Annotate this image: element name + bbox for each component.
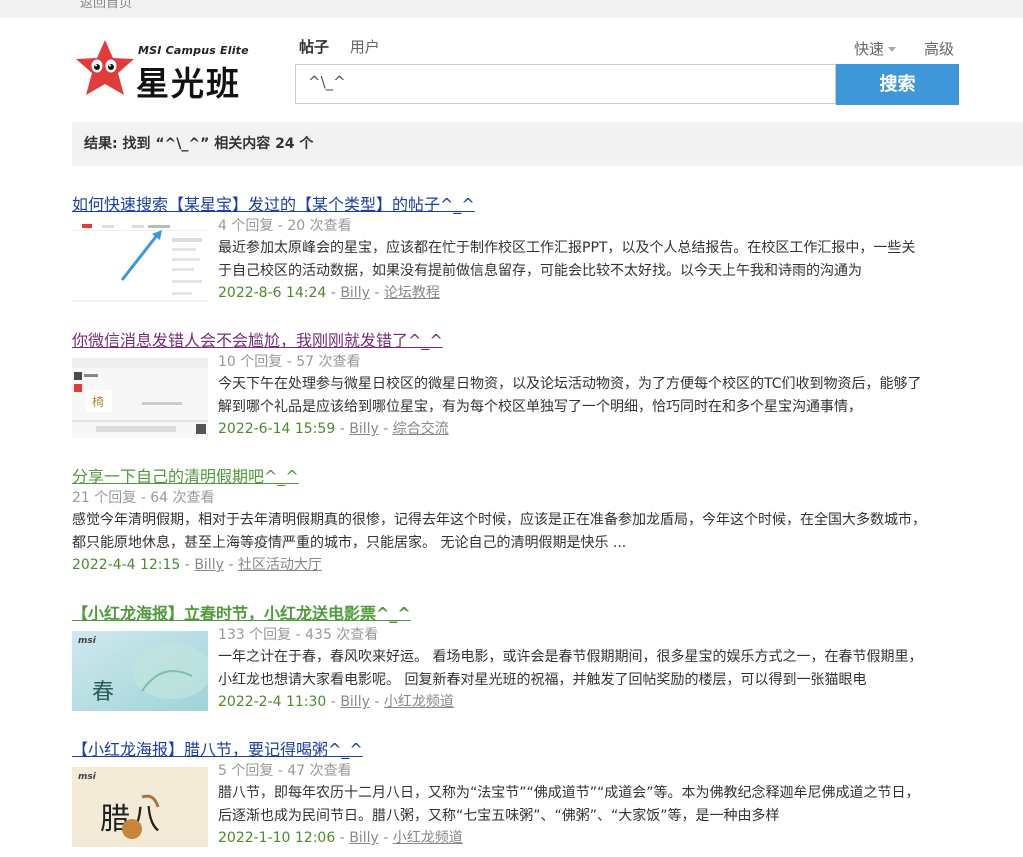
quick-dropdown[interactable]: 快速 xyxy=(854,38,897,59)
search-input[interactable]: ^\_^ xyxy=(295,64,836,104)
post-thumbnail[interactable]: msi 腊八 xyxy=(72,767,208,847)
post-title[interactable]: 你微信消息发错人会不会尴尬，我刚刚就发错了^_^ xyxy=(72,327,952,351)
post-item: 如何快速搜索【某星宝】发过的【某个类型】的帖子^_^ 4 个回复 - 20 次查… xyxy=(72,191,952,302)
post-stats: 4 个回复 - 20 次查看 xyxy=(218,218,352,234)
post-author-link[interactable]: Billy xyxy=(340,694,370,710)
post-info: 2022-1-10 12:06 - Billy - 小红龙频道 xyxy=(218,830,463,846)
post-info: 2022-8-6 14:24 - Billy - 论坛教程 xyxy=(218,285,440,301)
post-info: 2022-6-14 15:59 - Billy - 综合交流 xyxy=(218,421,449,437)
post-date: 2022-8-6 14:24 xyxy=(218,285,327,301)
post-item: 分享一下自己的清明假期吧^_^ 21 个回复 - 64 次查看 感觉今年清明假期… xyxy=(72,463,952,573)
post-date: 2022-2-4 11:30 xyxy=(218,694,327,710)
post-date: 2022-4-4 12:15 xyxy=(72,557,181,573)
post-stats: 133 个回复 - 435 次查看 xyxy=(218,627,379,643)
logo-chinese-text: 星光班 xyxy=(136,64,241,103)
search-type-tabs: 帖子 用户 xyxy=(299,36,396,57)
post-title[interactable]: 【小红龙海报】腊八节，要记得喝粥^_^ xyxy=(72,736,952,760)
results-summary: 结果: 找到 “^\_^” 相关内容 24 个 xyxy=(72,122,1023,166)
post-author-link[interactable]: Billy xyxy=(340,285,370,301)
tab-posts[interactable]: 帖子 xyxy=(299,38,329,56)
tab-users[interactable]: 用户 xyxy=(350,38,380,56)
post-thumbnail[interactable] xyxy=(72,222,208,302)
post-excerpt: 一年之计在于春，春风吹来好运。 看场电影，或许会是春节假期期间，很多星宝的娱乐方… xyxy=(218,649,923,688)
logo-english-text: MSI Campus Elite xyxy=(138,44,249,57)
post-stats: 10 个回复 - 57 次查看 xyxy=(218,354,361,370)
msi-thumb-logo: msi xyxy=(78,636,97,646)
post-item: 【小红龙海报】腊八节，要记得喝粥^_^ msi 腊八 5 个回复 - 47 次查… xyxy=(72,736,952,847)
post-item: 你微信消息发错人会不会尴尬，我刚刚就发错了^_^ 椅 10 个回复 - 57 次… xyxy=(72,327,952,438)
post-info: 2022-4-4 12:15 - Billy - 社区活动大厅 xyxy=(72,557,322,573)
site-logo[interactable]: MSI Campus Elite 星光班 xyxy=(74,38,274,103)
post-excerpt: 最近参加太原峰会的星宝，应该都在忙于制作校区工作汇报PPT，以及个人总结报告。在… xyxy=(218,240,916,279)
post-forum-link[interactable]: 综合交流 xyxy=(393,421,449,437)
post-excerpt: 腊八节，即每年农历十二月八日，又称为“法宝节”“佛成道节”“成道会”等。本为佛教… xyxy=(218,785,920,824)
post-author-link[interactable]: Billy xyxy=(194,557,224,573)
post-author-link[interactable]: Billy xyxy=(349,421,379,437)
post-date: 2022-1-10 12:06 xyxy=(218,830,336,846)
post-forum-link[interactable]: 小红龙频道 xyxy=(393,830,463,846)
post-thumbnail[interactable]: 椅 xyxy=(72,358,208,438)
post-item: 【小红龙海报】立春时节，小红龙送电影票^_^ msi 春 133 个回复 - 4… xyxy=(72,600,952,711)
post-stats: 5 个回复 - 47 次查看 xyxy=(218,763,352,779)
post-excerpt: 感觉今年清明假期，相对于去年清明假期真的很惨，记得去年这个时候，应该是正在准备参… xyxy=(72,512,926,551)
quick-label: 快速 xyxy=(854,40,885,58)
post-title[interactable]: 如何快速搜索【某星宝】发过的【某个类型】的帖子^_^ xyxy=(72,191,952,215)
post-date: 2022-6-14 15:59 xyxy=(218,421,336,437)
post-thumbnail[interactable]: msi 春 xyxy=(72,631,208,711)
post-title[interactable]: 【小红龙海报】立春时节，小红龙送电影票^_^ xyxy=(72,600,952,624)
caret-down-icon xyxy=(888,47,897,52)
post-forum-link[interactable]: 社区活动大厅 xyxy=(238,557,322,573)
spring-thumb-text: 春 xyxy=(92,680,114,705)
back-home-link[interactable]: 返回首页 xyxy=(80,0,132,11)
search-button[interactable]: 搜索 xyxy=(836,64,959,105)
svg-text:椅: 椅 xyxy=(92,395,104,409)
post-author-link[interactable]: Billy xyxy=(349,830,379,846)
advanced-search-link[interactable]: 高级 xyxy=(924,38,954,59)
post-title[interactable]: 分享一下自己的清明假期吧^_^ xyxy=(72,463,952,487)
post-stats: 21 个回复 - 64 次查看 xyxy=(72,490,215,506)
post-info: 2022-2-4 11:30 - Billy - 小红龙频道 xyxy=(218,694,454,710)
red-star-mascot-icon xyxy=(76,40,134,95)
msi-thumb-logo: msi xyxy=(78,772,97,782)
post-forum-link[interactable]: 小红龙频道 xyxy=(384,694,454,710)
post-excerpt: 今天下午在处理参与微星日校区的微星日物资，以及论坛活动物资，为了方便每个校区的T… xyxy=(218,376,922,415)
post-forum-link[interactable]: 论坛教程 xyxy=(384,285,440,301)
top-bar: 返回首页 xyxy=(0,0,1023,18)
